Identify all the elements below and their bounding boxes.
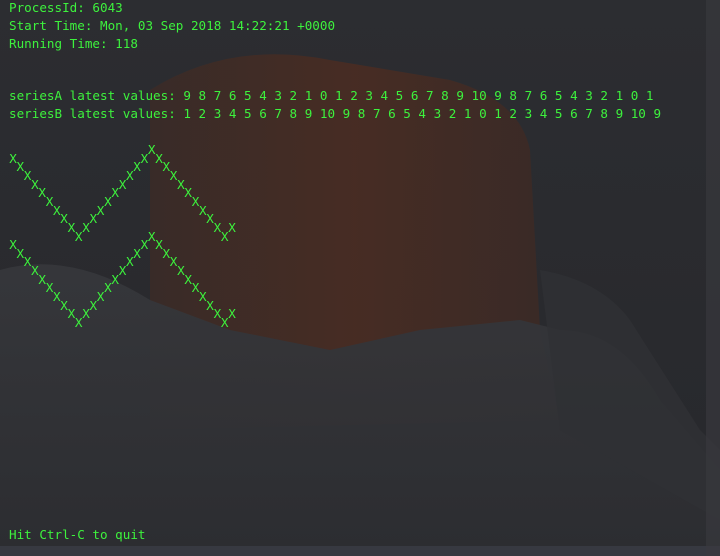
plot-point-seriesB-30: X xyxy=(228,306,236,322)
running-time-line: Running Time: 118 xyxy=(9,36,138,51)
start-time-line: Start Time: Mon, 03 Sep 2018 14:22:21 +0… xyxy=(9,18,336,33)
series-a-values-line: seriesA latest values: 9 8 7 6 5 4 3 2 1… xyxy=(9,88,654,103)
series-b-values-line: seriesB latest values: 1 2 3 4 5 6 7 8 9… xyxy=(9,106,662,121)
terminal-window[interactable]: ProcessId: 6043 Start Time: Mon, 03 Sep … xyxy=(0,0,720,556)
process-id-line: ProcessId: 6043 xyxy=(9,0,123,15)
quit-hint: Hit Ctrl-C to quit xyxy=(9,527,146,542)
ascii-plot: XXXXXXXXXXXXXXXXXXXXXXXXXXXXXXXXXXXXXXXX… xyxy=(9,142,249,507)
plot-point-seriesA-30: X xyxy=(228,219,236,235)
